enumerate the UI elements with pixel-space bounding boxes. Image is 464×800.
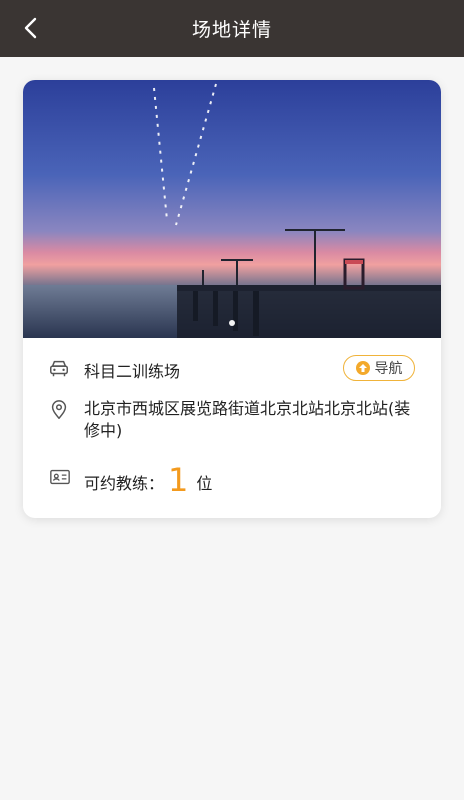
venue-card: 科目二训练场 导航 北京市西城区展览路街道北京北站北京北站(装修中) 可约教练：…: [23, 80, 441, 518]
location-pin-icon: [51, 400, 67, 419]
carousel-dots: [23, 320, 441, 328]
venue-address: 北京市西城区展览路街道北京北站北京北站(装修中): [84, 399, 411, 440]
top-bar: 场地详情: [0, 0, 464, 57]
car-icon: [50, 360, 68, 377]
navigate-button[interactable]: 导航: [343, 355, 415, 381]
coach-info: 可约教练： 1 位: [84, 458, 212, 504]
arrow-up-icon: [355, 361, 370, 375]
coach-label: 可约教练：: [84, 474, 165, 493]
address-row: 北京市西城区展览路街道北京北站北京北站(装修中): [23, 398, 441, 446]
coach-row: 可约教练： 1 位: [23, 458, 441, 499]
id-card-icon: [50, 469, 70, 485]
venue-photo[interactable]: [23, 80, 441, 338]
coach-unit: 位: [196, 474, 213, 493]
page-title: 场地详情: [191, 19, 272, 41]
venue-name-row: 科目二训练场 导航: [23, 355, 441, 381]
coach-count: 1: [168, 461, 189, 499]
carousel-dot[interactable]: [229, 320, 235, 326]
navigate-label: 导航: [374, 361, 403, 377]
venue-name: 科目二训练场: [84, 362, 181, 381]
back-arrow-icon[interactable]: [20, 16, 44, 40]
